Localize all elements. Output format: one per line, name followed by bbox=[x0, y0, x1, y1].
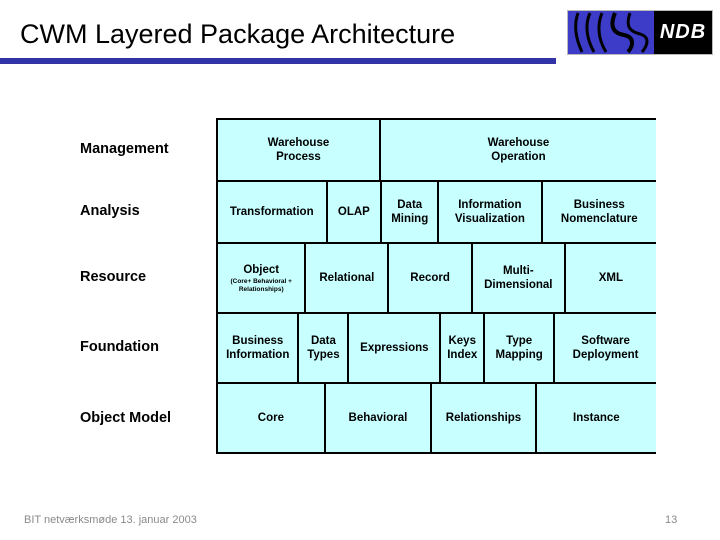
package-cell-line1: Type bbox=[506, 334, 533, 347]
layer-row-object-model: Object Model Core Behavioral Relationshi… bbox=[78, 382, 656, 454]
package-cell-instance[interactable]: Instance bbox=[536, 384, 656, 452]
package-cell-core[interactable]: Core bbox=[218, 384, 326, 452]
page-number: 13 bbox=[665, 514, 678, 526]
package-cell-information-visualization[interactable]: Information Visualization bbox=[439, 182, 543, 242]
package-cell-olap[interactable]: OLAP bbox=[327, 182, 383, 242]
footer-note: BIT netværksmøde 13. januar 2003 bbox=[24, 514, 197, 526]
package-cell-line1: Core bbox=[257, 411, 284, 424]
package-cell-warehouse-operation[interactable]: Warehouse Operation bbox=[380, 120, 656, 180]
package-cell-behavioral[interactable]: Behavioral bbox=[325, 384, 433, 452]
layer-cells-object-model: Core Behavioral Relationships Instance bbox=[216, 382, 656, 454]
package-cell-type-mapping[interactable]: Type Mapping bbox=[485, 314, 556, 382]
package-cell-line2: Nomenclature bbox=[560, 213, 638, 225]
layer-row-resource: Resource Object (Core+ Behavioral + Rela… bbox=[78, 242, 656, 312]
layer-label-management: Management bbox=[80, 141, 169, 157]
package-cell-subtitle: (Core+ Behavioral + Relationships) bbox=[230, 277, 292, 293]
package-cell-transformation[interactable]: Transformation bbox=[218, 182, 328, 242]
package-cell-data-mining[interactable]: Data Mining bbox=[382, 182, 440, 242]
package-cell-line1: Business bbox=[232, 334, 284, 347]
layer-cells-foundation: Business Information Data Types Expressi… bbox=[216, 312, 656, 382]
package-cell-line1: Instance bbox=[573, 411, 620, 424]
package-cell-line1: Relational bbox=[319, 271, 375, 284]
package-cell-line1: Data bbox=[310, 334, 336, 347]
layer-label-resource: Resource bbox=[80, 269, 147, 285]
package-cell-line1: Object bbox=[243, 263, 280, 276]
package-cell-software-deployment[interactable]: Software Deployment bbox=[555, 314, 656, 382]
package-cell-relational[interactable]: Relational bbox=[306, 244, 390, 312]
package-cell-line2: Deployment bbox=[572, 349, 639, 361]
package-cell-warehouse-process[interactable]: Warehouse Process bbox=[218, 120, 381, 180]
package-cell-line1: Data bbox=[397, 198, 423, 211]
package-cell-line2: Dimensional bbox=[484, 279, 553, 291]
package-cell-line1: Warehouse bbox=[487, 136, 550, 149]
package-cell-object[interactable]: Object (Core+ Behavioral + Relationships… bbox=[218, 244, 307, 312]
package-cell-expressions[interactable]: Expressions bbox=[349, 314, 442, 382]
layer-label-object-model: Object Model bbox=[80, 410, 172, 426]
package-cell-line2: Process bbox=[276, 151, 321, 163]
package-cell-line1: Multi- bbox=[503, 264, 534, 277]
layer-label-analysis: Analysis bbox=[80, 203, 140, 219]
cwm-layered-package-diagram: Management Warehouse Process Warehouse O… bbox=[78, 118, 656, 454]
ndb-logo: NDB bbox=[567, 10, 713, 55]
package-cell-line1: Record bbox=[410, 271, 450, 284]
package-cell-line1: Transformation bbox=[229, 205, 314, 218]
layer-label-foundation: Foundation bbox=[80, 339, 159, 355]
layer-row-analysis: Analysis Transformation OLAP Data Mining… bbox=[78, 180, 656, 242]
package-cell-xml[interactable]: XML bbox=[565, 244, 656, 312]
package-cell-business-nomenclature[interactable]: Business Nomenclature bbox=[542, 182, 656, 242]
package-cell-line1: OLAP bbox=[337, 205, 370, 218]
package-cell-line2: Mapping bbox=[495, 349, 543, 361]
package-cell-line2: Mining bbox=[391, 213, 429, 225]
package-cell-business-information[interactable]: Business Information bbox=[218, 314, 300, 382]
ndb-logo-text: NDB bbox=[654, 11, 712, 54]
package-cell-record[interactable]: Record bbox=[389, 244, 473, 312]
package-cell-line2: Operation bbox=[491, 151, 546, 163]
package-cell-data-types[interactable]: Data Types bbox=[299, 314, 350, 382]
package-cell-line1: Software bbox=[581, 334, 630, 347]
layer-cells-resource: Object (Core+ Behavioral + Relationships… bbox=[216, 242, 656, 312]
package-cell-line1: XML bbox=[598, 271, 623, 284]
package-cell-line1: Expressions bbox=[360, 341, 429, 354]
ndb-logo-mark-icon bbox=[568, 11, 654, 54]
page-title: CWM Layered Package Architecture bbox=[20, 19, 456, 49]
package-cell-keys-index[interactable]: Keys Index bbox=[441, 314, 486, 382]
package-cell-line2: Visualization bbox=[454, 213, 525, 225]
layer-cells-management: Warehouse Process Warehouse Operation bbox=[216, 118, 656, 180]
layer-row-foundation: Foundation Business Information Data Typ… bbox=[78, 312, 656, 382]
title-underline-rule bbox=[0, 58, 556, 64]
layer-row-management: Management Warehouse Process Warehouse O… bbox=[78, 118, 656, 180]
package-cell-line1: Behavioral bbox=[348, 411, 408, 424]
package-cell-relationships[interactable]: Relationships bbox=[432, 384, 537, 452]
package-cell-line1: Keys bbox=[448, 334, 476, 347]
package-cell-line1: Warehouse bbox=[267, 136, 330, 149]
layer-cells-analysis: Transformation OLAP Data Mining Informat… bbox=[216, 180, 656, 242]
package-cell-line1: Relationships bbox=[445, 411, 522, 424]
package-cell-line2: Types bbox=[307, 349, 340, 361]
package-cell-line1: Business bbox=[573, 198, 625, 211]
package-cell-line2: Index bbox=[447, 349, 478, 361]
package-cell-line2: Information bbox=[226, 349, 290, 361]
package-cell-multi-dimensional[interactable]: Multi- Dimensional bbox=[472, 244, 566, 312]
package-cell-line1: Information bbox=[458, 198, 522, 211]
